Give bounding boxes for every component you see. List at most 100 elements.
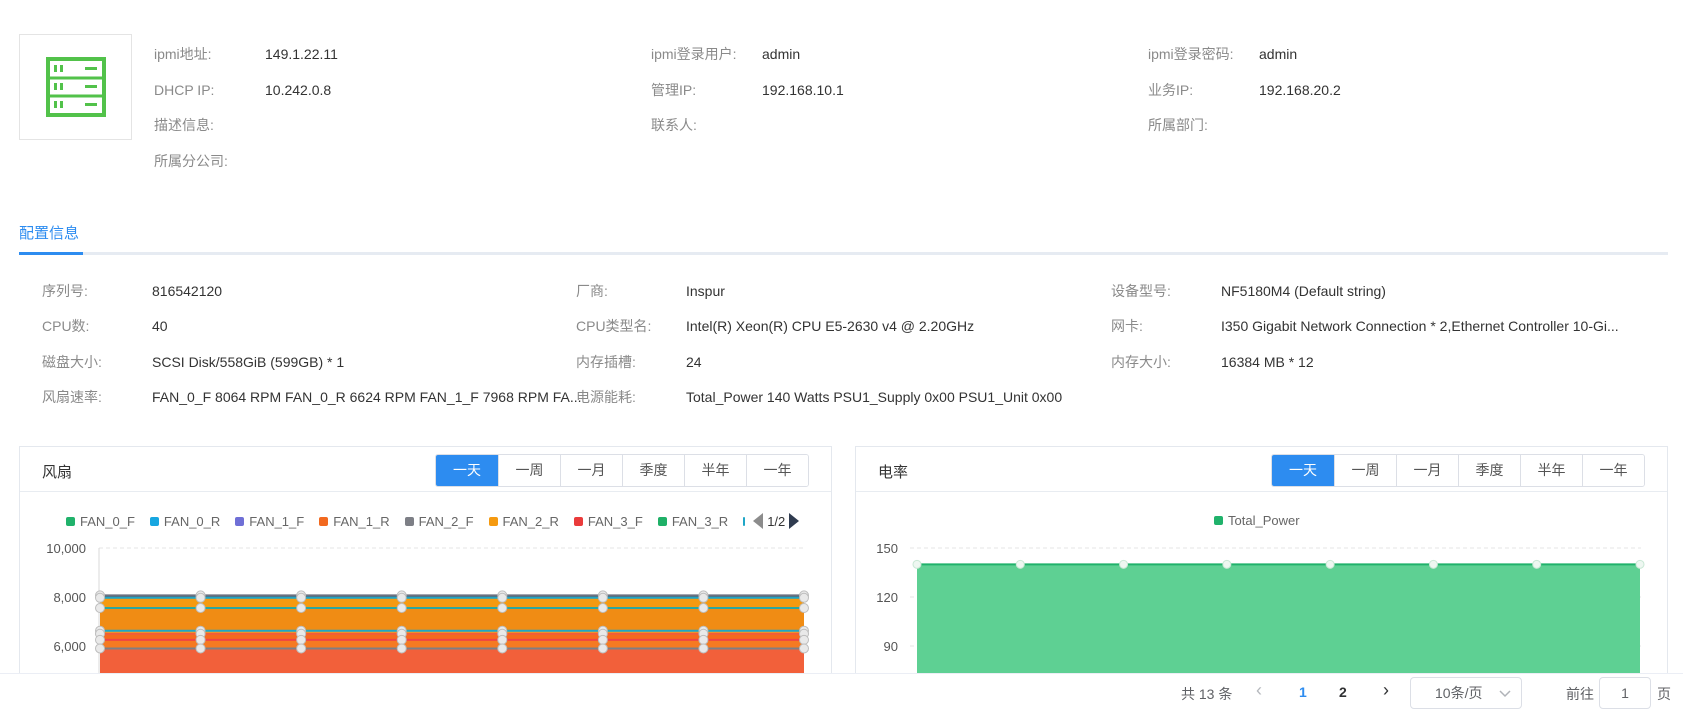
power-y-tick-label: 120 (876, 590, 898, 605)
fan-y-tick-label: 6,000 (53, 639, 86, 654)
fan-area-band (100, 648, 804, 676)
fan-data-point (698, 592, 709, 603)
power-data-point (1635, 559, 1645, 569)
fan-data-point (799, 634, 809, 645)
fan-data-point (698, 603, 709, 614)
ipmi-password-value: admin (1259, 46, 1298, 62)
fan-speed-label: 风扇速率: (42, 389, 102, 405)
department-row: 所属部门: (1148, 116, 1208, 134)
branch-label: 所属分公司: (154, 153, 228, 169)
fan-area-band (100, 639, 804, 649)
fan-data-point (195, 603, 206, 614)
pagination-page-1[interactable]: 1 (1299, 684, 1307, 700)
fan-data-point (296, 634, 307, 645)
fan-speed-value: FAN_0_F 8064 RPM FAN_0_R 6624 RPM FAN_1_… (152, 389, 582, 405)
ipmi-address-value: 149.1.22.11 (265, 46, 338, 62)
fan-data-point (296, 592, 307, 603)
fan-data-point (597, 643, 608, 654)
biz-ip-value: 192.168.20.2 (1259, 82, 1341, 98)
fan-data-point (195, 592, 206, 603)
ipmi-address-label: ipmi地址: (154, 46, 212, 62)
mem-slot-label: 内存插槽: (576, 354, 636, 370)
serial-row: 序列号: 816542120 (42, 282, 222, 300)
fan-data-point (95, 634, 105, 645)
fan-data-point (497, 592, 508, 603)
fan-data-point (396, 643, 407, 654)
ipmi-user-value: admin (762, 46, 801, 62)
power-data-point (1532, 559, 1542, 569)
pagination-next-icon[interactable]: › (1383, 680, 1389, 701)
department-label: 所属部门: (1148, 117, 1208, 133)
fan-data-point (597, 592, 608, 603)
cpu-type-label: CPU类型名: (576, 318, 652, 334)
ipmi-user-row: ipmi登录用户: admin (651, 45, 800, 63)
mgmt-ip-value: 192.168.10.1 (762, 82, 844, 98)
vendor-row: 厂商: Inspur (576, 282, 725, 300)
ipmi-password-row: ipmi登录密码: admin (1148, 45, 1297, 63)
power-panel: 电率 一天 一周 一月 季度 半年 一年 Total_Power 150 120 9… (855, 446, 1668, 711)
fan-data-point (799, 603, 809, 614)
pagination-page-2[interactable]: 2 (1339, 684, 1347, 700)
pagination-bar: 共 13 条 ‹ 1 2 › 10条/页 前往 1 页 (0, 673, 1683, 711)
model-label: 设备型号: (1111, 283, 1171, 299)
mgmt-ip-row: 管理IP: 192.168.10.1 (651, 81, 844, 99)
fan-data-point (195, 634, 206, 645)
power-chart: 150 120 90 (876, 541, 1645, 711)
ipmi-address-row: ipmi地址: 149.1.22.11 (154, 45, 338, 63)
description-label: 描述信息: (154, 117, 214, 133)
description-row: 描述信息: (154, 116, 214, 134)
power-data-point (912, 559, 922, 569)
tab-bar (19, 252, 1668, 255)
fan-y-tick-label: 8,000 (53, 590, 86, 605)
fan-data-point (799, 643, 809, 654)
server-image (19, 34, 132, 140)
pagination-total: 共 13 条 (1181, 686, 1233, 702)
serial-label: 序列号: (42, 283, 88, 299)
fan-data-point (597, 603, 608, 614)
fan-data-point (497, 643, 508, 654)
model-value: NF5180M4 (Default string) (1221, 283, 1386, 299)
dhcp-ip-label: DHCP IP: (154, 82, 215, 98)
fan-chart: 10,000 8,000 6,000 (46, 541, 809, 711)
fan-data-point (396, 603, 407, 614)
ipmi-user-label: ipmi登录用户: (651, 46, 737, 62)
mem-slot-value: 24 (686, 354, 702, 370)
fan-data-point (95, 643, 105, 654)
pagination-prev-icon[interactable]: ‹ (1256, 680, 1262, 701)
disk-value: SCSI Disk/558GiB (599GB) * 1 (152, 354, 345, 370)
fan-data-point (296, 603, 307, 614)
fan-data-point (396, 634, 407, 645)
chevron-down-icon (1499, 690, 1511, 698)
cpu-count-value: 40 (152, 318, 168, 334)
mgmt-ip-label: 管理IP: (651, 82, 697, 98)
goto-label: 前往 (1566, 686, 1594, 702)
page-unit-label: 页 (1657, 686, 1671, 702)
power-data-point (1428, 559, 1438, 569)
fan-data-point (396, 592, 407, 603)
page-size-select[interactable]: 10条/页 (1410, 677, 1522, 709)
goto-page-input[interactable]: 1 (1599, 677, 1651, 709)
power-y-tick-label: 150 (876, 541, 898, 556)
vendor-label: 厂商: (576, 283, 608, 299)
mem-size-label: 内存大小: (1111, 354, 1171, 370)
vendor-value: Inspur (686, 283, 725, 299)
mem-size-row: 内存大小: 16384 MB * 12 (1111, 353, 1314, 371)
mem-slot-row: 内存插槽: 24 (576, 353, 702, 371)
fan-y-tick-label: 10,000 (46, 541, 86, 556)
tab-config[interactable]: 配置信息 (19, 222, 79, 243)
contact-row: 联系人: (651, 116, 697, 134)
cpu-type-row: CPU类型名: Intel(R) Xeon(R) CPU E5-2630 v4 … (576, 317, 974, 335)
fan-area-band (100, 608, 804, 631)
power-value: Total_Power 140 Watts PSU1_Supply 0x00 P… (686, 389, 1063, 405)
cpu-count-row: CPU数: 40 (42, 317, 168, 335)
nic-row: 网卡: I350 Gigabit Network Connection * 2,… (1111, 317, 1619, 335)
nic-label: 网卡: (1111, 318, 1143, 334)
fan-data-point (95, 603, 105, 614)
fan-data-point (799, 592, 809, 603)
dhcp-ip-row: DHCP IP: 10.242.0.8 (154, 81, 331, 99)
contact-label: 联系人: (651, 117, 697, 133)
disk-row: 磁盘大小: SCSI Disk/558GiB (599GB) * 1 (42, 353, 344, 371)
serial-value: 816542120 (152, 283, 223, 299)
fan-data-point (497, 603, 508, 614)
fan-data-point (597, 634, 608, 645)
